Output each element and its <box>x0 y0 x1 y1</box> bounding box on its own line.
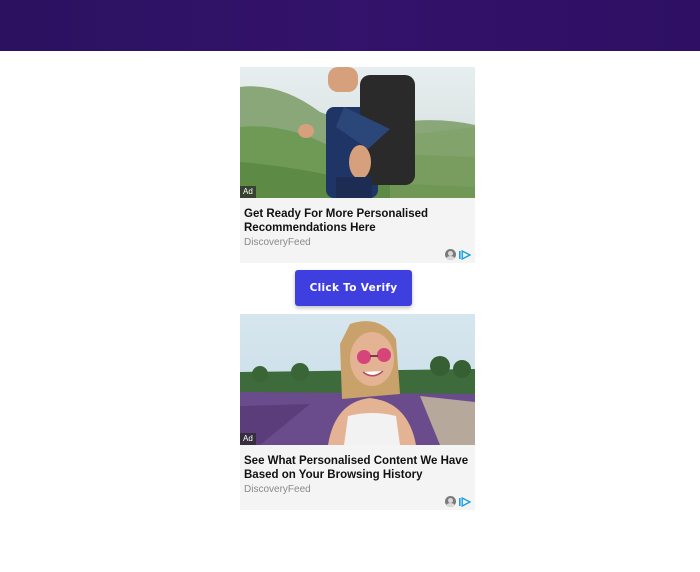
ad-badge: Ad <box>240 433 256 445</box>
ad-image[interactable]: Ad <box>240 314 475 445</box>
user-icon[interactable] <box>445 249 456 260</box>
click-to-verify-button[interactable]: Click To Verify <box>295 270 412 306</box>
woman-photo <box>240 314 475 445</box>
ad-source[interactable]: DiscoveryFeed <box>244 237 471 248</box>
ad-image[interactable]: Ad <box>240 67 475 198</box>
adchoices-icon[interactable] <box>459 496 471 507</box>
user-icon[interactable] <box>445 496 456 507</box>
ad-card-2[interactable]: Ad See What Personalised Content We Have… <box>240 314 475 510</box>
top-banner <box>0 0 700 51</box>
ad-footer-icons <box>445 496 471 507</box>
ad-title[interactable]: Get Ready For More Personalised Recommen… <box>244 207 471 235</box>
ad-source[interactable]: DiscoveryFeed <box>244 484 471 495</box>
hiker-photo <box>240 67 475 198</box>
ad-title[interactable]: See What Personalised Content We Have Ba… <box>244 454 471 482</box>
ad-badge: Ad <box>240 186 256 198</box>
adchoices-icon[interactable] <box>459 249 471 260</box>
ad-footer-icons <box>445 249 471 260</box>
ad-card-1[interactable]: Ad Get Ready For More Personalised Recom… <box>240 67 475 263</box>
